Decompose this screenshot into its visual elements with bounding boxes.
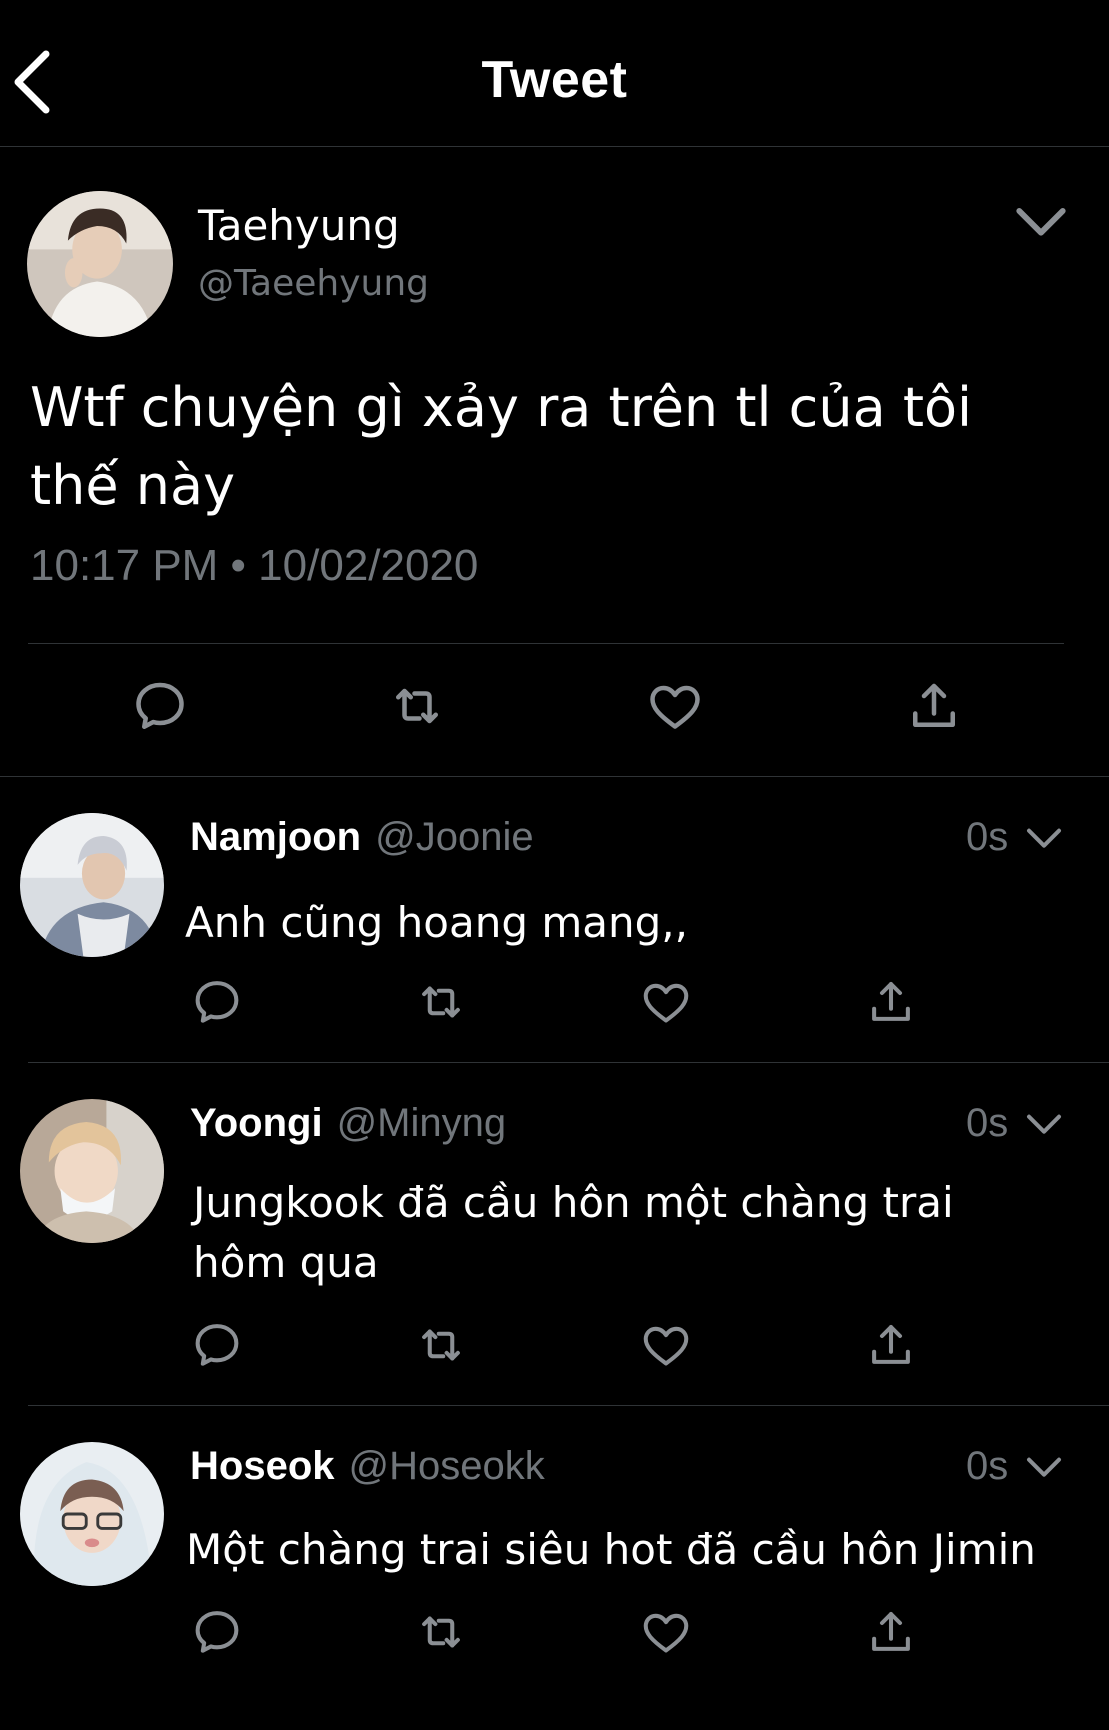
share-button[interactable] — [864, 975, 918, 1029]
avatar[interactable] — [20, 1442, 164, 1586]
like-icon — [639, 1318, 693, 1372]
reply-button[interactable] — [190, 975, 244, 1029]
author-name: Hoseok — [190, 1444, 335, 1488]
retweet-icon — [414, 1318, 468, 1372]
author-name: Namjoon — [190, 815, 362, 859]
avatar[interactable] — [20, 1099, 164, 1243]
author-handle[interactable]: @Taeehyung — [198, 263, 429, 304]
tweet-menu-button[interactable] — [1024, 1453, 1064, 1483]
reply-icon — [190, 975, 244, 1029]
reply-timestamp: 0s — [966, 1101, 1009, 1145]
chevron-down-icon — [1024, 1453, 1064, 1483]
reply-button[interactable] — [190, 1318, 244, 1372]
share-button[interactable] — [904, 676, 964, 736]
share-icon — [904, 676, 964, 736]
share-icon — [864, 1318, 918, 1372]
retweet-icon — [387, 676, 447, 736]
chevron-down-icon — [1024, 824, 1064, 854]
like-button[interactable] — [639, 1318, 693, 1372]
author-handle: @Minyng — [336, 1101, 507, 1145]
divider — [28, 1405, 1109, 1406]
reply-timestamp: 0s — [966, 1444, 1009, 1488]
tweet-menu-button[interactable] — [1024, 824, 1064, 854]
retweet-button[interactable] — [387, 676, 447, 736]
reply-icon — [190, 1605, 244, 1659]
tweet-menu-button[interactable] — [1012, 203, 1070, 243]
reply-author[interactable]: Yoongi @Minyng — [190, 1101, 506, 1146]
avatar[interactable] — [27, 191, 173, 337]
reply-text: Anh cũng hoang mang,, — [185, 898, 688, 947]
reply-text: Jungkook đã cầu hôn một chàng trai hôm q… — [193, 1178, 954, 1287]
retweet-icon — [414, 975, 468, 1029]
avatar-image — [20, 1099, 164, 1243]
share-icon — [864, 1605, 918, 1659]
retweet-icon — [414, 1605, 468, 1659]
like-button[interactable] — [645, 676, 705, 736]
like-icon — [639, 975, 693, 1029]
avatar-image — [20, 1442, 164, 1586]
tweet-timestamp: 10:17 PM • 10/02/2020 — [30, 541, 479, 590]
like-button[interactable] — [639, 1605, 693, 1659]
reply-text: Một chàng trai siêu hot đã cầu hôn Jimin — [186, 1525, 1036, 1574]
retweet-button[interactable] — [414, 1318, 468, 1372]
like-button[interactable] — [639, 975, 693, 1029]
share-button[interactable] — [864, 1318, 918, 1372]
page-title: Tweet — [481, 51, 628, 109]
chevron-down-icon — [1012, 203, 1070, 243]
divider — [28, 643, 1064, 644]
share-icon — [864, 975, 918, 1029]
reply-timestamp: 0s — [966, 815, 1009, 859]
avatar-image — [27, 191, 173, 337]
reply-author[interactable]: Hoseok @Hoseokk — [190, 1444, 545, 1489]
main-tweet: Taehyung @Taeehyung Wtf chuyện gì xảy ra… — [0, 147, 1109, 777]
like-icon — [645, 676, 705, 736]
author-name[interactable]: Taehyung — [198, 201, 400, 250]
reply-icon — [130, 676, 190, 736]
author-handle: @Joonie — [375, 815, 534, 859]
chevron-down-icon — [1024, 1110, 1064, 1140]
tweet-menu-button[interactable] — [1024, 1110, 1064, 1140]
reply-icon — [190, 1318, 244, 1372]
reply-button[interactable] — [130, 676, 190, 736]
divider — [28, 1062, 1109, 1063]
avatar-image — [20, 813, 164, 957]
retweet-button[interactable] — [414, 1605, 468, 1659]
avatar[interactable] — [20, 813, 164, 957]
share-button[interactable] — [864, 1605, 918, 1659]
like-icon — [639, 1605, 693, 1659]
retweet-button[interactable] — [414, 975, 468, 1029]
header-bar: Tweet — [0, 0, 1109, 147]
reply-button[interactable] — [190, 1605, 244, 1659]
tweet-text: Wtf chuyện gì xảy ra trên tl của tôi thế… — [30, 376, 973, 517]
reply-author[interactable]: Namjoon @Joonie — [190, 815, 534, 860]
author-name: Yoongi — [190, 1101, 323, 1145]
author-handle: @Hoseokk — [348, 1444, 545, 1488]
